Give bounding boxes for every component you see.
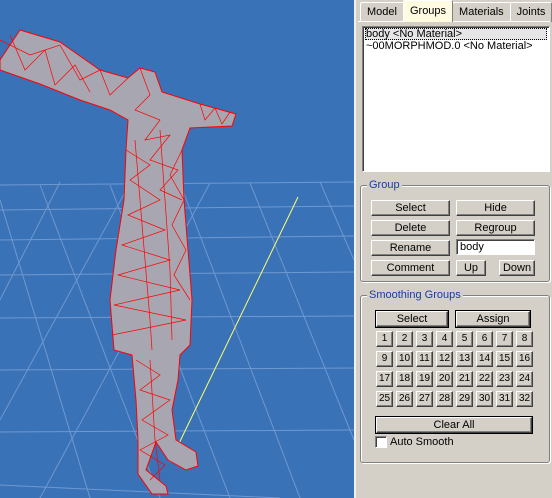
smoothing-group-18-button[interactable]: 18 — [396, 371, 413, 387]
smoothing-group-5-button[interactable]: 5 — [456, 331, 473, 347]
down-button[interactable]: Down — [499, 260, 535, 276]
smoothing-group-14-button[interactable]: 14 — [476, 351, 493, 367]
groups-listbox[interactable]: body <No Material> ~00MORPHMOD.0 <No Mat… — [362, 26, 550, 172]
select-button[interactable]: Select — [371, 200, 450, 216]
auto-smooth-checkbox[interactable] — [375, 436, 387, 448]
smoothing-group-9-button[interactable]: 9 — [376, 351, 393, 367]
hide-button[interactable]: Hide — [456, 200, 535, 216]
smoothing-group-11-button[interactable]: 11 — [416, 351, 433, 367]
smoothing-group-2-button[interactable]: 2 — [396, 331, 413, 347]
smoothing-group-27-button[interactable]: 27 — [416, 391, 433, 407]
group-box-title: Group — [367, 178, 402, 192]
smoothing-group-28-button[interactable]: 28 — [436, 391, 453, 407]
smoothing-group-16-button[interactable]: 16 — [516, 351, 533, 367]
smoothing-group-29-button[interactable]: 29 — [456, 391, 473, 407]
smoothing-select-button[interactable]: Select — [375, 310, 449, 328]
rename-button[interactable]: Rename — [371, 240, 450, 256]
tab-joints[interactable]: Joints — [509, 2, 552, 22]
smoothing-group-25-button[interactable]: 25 — [376, 391, 393, 407]
smoothing-group-3-button[interactable]: 3 — [416, 331, 433, 347]
smoothing-assign-button[interactable]: Assign — [455, 310, 531, 328]
smoothing-group-23-button[interactable]: 23 — [496, 371, 513, 387]
smoothing-group-24-button[interactable]: 24 — [516, 371, 533, 387]
smoothing-group-30-button[interactable]: 30 — [476, 391, 493, 407]
smoothing-group-32-button[interactable]: 32 — [516, 391, 533, 407]
side-panel: Model Groups Materials Joints body <No M… — [354, 0, 552, 498]
smoothing-group-6-button[interactable]: 6 — [476, 331, 493, 347]
up-button[interactable]: Up — [456, 260, 486, 276]
smoothing-group-12-button[interactable]: 12 — [436, 351, 453, 367]
list-item[interactable]: ~00MORPHMOD.0 <No Material> — [365, 40, 547, 52]
smoothing-group-22-button[interactable]: 22 — [476, 371, 493, 387]
regroup-button[interactable]: Regroup — [456, 220, 535, 236]
smoothing-group-26-button[interactable]: 26 — [396, 391, 413, 407]
clear-all-button[interactable]: Clear All — [375, 416, 533, 434]
smoothing-group-10-button[interactable]: 10 — [396, 351, 413, 367]
delete-button[interactable]: Delete — [371, 220, 450, 236]
smoothing-groups-title: Smoothing Groups — [367, 288, 463, 302]
tab-strip: Model Groups Materials Joints — [360, 0, 552, 22]
smoothing-group-4-button[interactable]: 4 — [436, 331, 453, 347]
3d-viewport[interactable] — [0, 0, 354, 498]
smoothing-group-13-button[interactable]: 13 — [456, 351, 473, 367]
smoothing-group-1-button[interactable]: 1 — [376, 331, 393, 347]
tab-divider — [358, 21, 550, 22]
smoothing-groups-box: Smoothing Groups Select Assign 123456789… — [360, 288, 550, 463]
auto-smooth-label: Auto Smooth — [390, 436, 454, 448]
group-box: Group Select Hide Delete Regroup Rename … — [360, 178, 550, 282]
tab-groups[interactable]: Groups — [402, 0, 454, 22]
smoothing-group-31-button[interactable]: 31 — [496, 391, 513, 407]
list-item[interactable]: body <No Material> — [365, 28, 547, 40]
tab-materials[interactable]: Materials — [452, 2, 511, 22]
smoothing-group-19-button[interactable]: 19 — [416, 371, 433, 387]
smoothing-group-7-button[interactable]: 7 — [496, 331, 513, 347]
viewport-scene — [0, 29, 354, 498]
smoothing-group-21-button[interactable]: 21 — [456, 371, 473, 387]
group-name-field[interactable]: body — [456, 239, 535, 255]
tab-model[interactable]: Model — [360, 2, 404, 22]
comment-button[interactable]: Comment — [371, 260, 450, 276]
smoothing-group-17-button[interactable]: 17 — [376, 371, 393, 387]
smoothing-group-15-button[interactable]: 15 — [496, 351, 513, 367]
smoothing-group-8-button[interactable]: 8 — [516, 331, 533, 347]
wireframe-figure — [0, 29, 237, 495]
smoothing-group-20-button[interactable]: 20 — [436, 371, 453, 387]
